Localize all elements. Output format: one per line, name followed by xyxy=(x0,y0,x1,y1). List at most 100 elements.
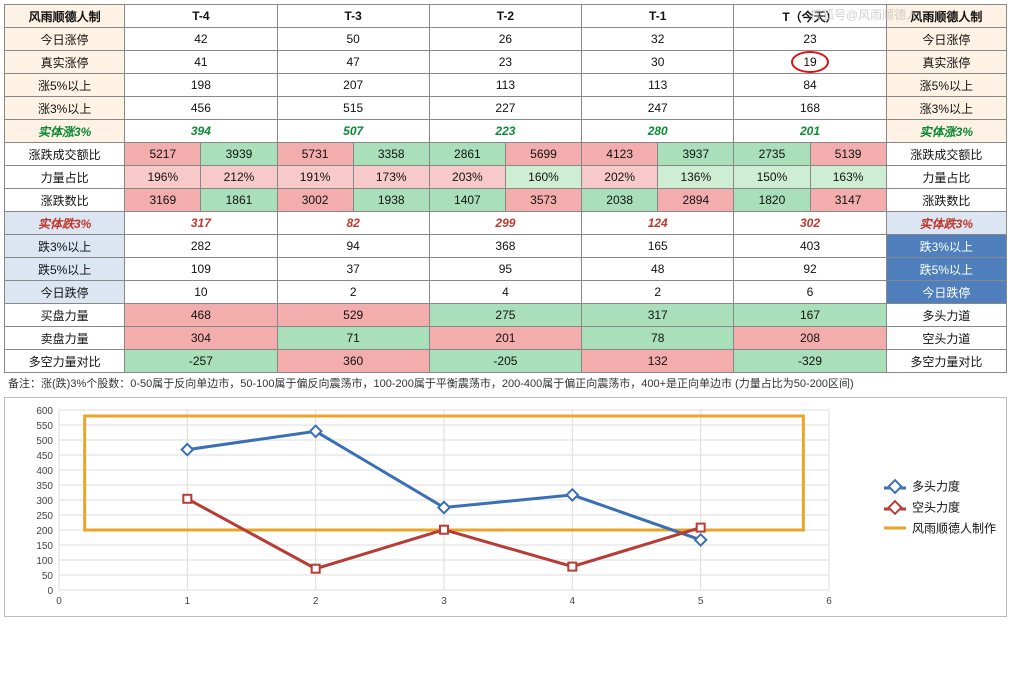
cell: -257 xyxy=(125,350,277,373)
cell: 196% xyxy=(125,166,201,189)
chart-legend: 多头力度 空头力度 风雨顺德人制作 xyxy=(884,474,996,541)
cell: 3939 xyxy=(201,143,277,166)
row-label-right: 涨5%以上 xyxy=(886,74,1006,97)
row-label: 涨跌数比 xyxy=(5,189,125,212)
cell: 468 xyxy=(125,304,277,327)
svg-text:1: 1 xyxy=(185,596,191,607)
cell: 94 xyxy=(277,235,429,258)
cell: 4 xyxy=(429,281,581,304)
cell: 208 xyxy=(734,327,886,350)
row-label: 实体涨3% xyxy=(5,120,125,143)
svg-text:3: 3 xyxy=(441,596,447,607)
row-label-right: 涨跌成交额比 xyxy=(886,143,1006,166)
svg-text:350: 350 xyxy=(36,481,53,492)
cell: 403 xyxy=(734,235,886,258)
row-label: 跌3%以上 xyxy=(5,235,125,258)
cell: 48 xyxy=(582,258,734,281)
row-label-right: 实体涨3% xyxy=(886,120,1006,143)
row-label-right: 空头力道 xyxy=(886,327,1006,350)
cell: 168 xyxy=(734,97,886,120)
svg-text:50: 50 xyxy=(42,571,54,582)
cell: 50 xyxy=(277,28,429,51)
row-label: 卖盘力量 xyxy=(5,327,125,350)
cell: 529 xyxy=(277,304,429,327)
cell: 3147 xyxy=(810,189,886,212)
cell: 2038 xyxy=(582,189,658,212)
cell: 1861 xyxy=(201,189,277,212)
data-table: 风雨顺德人制 T-4 T-3 T-2 T-1 T（今天） 风雨顺德人制 今日涨停… xyxy=(4,4,1007,373)
cell: 2861 xyxy=(429,143,505,166)
cell: 26 xyxy=(429,28,581,51)
cell: 163% xyxy=(810,166,886,189)
cell: 1407 xyxy=(429,189,505,212)
row-label-right: 多空力量对比 xyxy=(886,350,1006,373)
cell: 3002 xyxy=(277,189,353,212)
row-label: 实体跌3% xyxy=(5,212,125,235)
cell: 82 xyxy=(277,212,429,235)
cell: 212% xyxy=(201,166,277,189)
row-label: 涨3%以上 xyxy=(5,97,125,120)
cell: 173% xyxy=(353,166,429,189)
cell: 275 xyxy=(429,304,581,327)
cell: 368 xyxy=(429,235,581,258)
legend-a: 多头力度 xyxy=(912,478,960,495)
cell: 1820 xyxy=(734,189,810,212)
cell: 167 xyxy=(734,304,886,327)
cell: 6 xyxy=(734,281,886,304)
cell: 202% xyxy=(582,166,658,189)
row-label-right: 涨跌数比 xyxy=(886,189,1006,212)
cell: 41 xyxy=(125,51,277,74)
cell: 223 xyxy=(429,120,581,143)
svg-text:0: 0 xyxy=(47,586,53,597)
row-label: 涨跌成交额比 xyxy=(5,143,125,166)
hdr-t3: T-3 xyxy=(277,5,429,28)
cell: 3169 xyxy=(125,189,201,212)
svg-text:4: 4 xyxy=(570,596,576,607)
svg-text:100: 100 xyxy=(36,556,53,567)
cell: 201 xyxy=(429,327,581,350)
row-label-right: 跌5%以上 xyxy=(886,258,1006,281)
row-label-right: 多头力道 xyxy=(886,304,1006,327)
cell: 282 xyxy=(125,235,277,258)
cell: 78 xyxy=(582,327,734,350)
hdr-right: 风雨顺德人制 xyxy=(886,5,1006,28)
svg-text:500: 500 xyxy=(36,436,53,447)
cell: 317 xyxy=(582,304,734,327)
cell: 203% xyxy=(429,166,505,189)
cell: 132 xyxy=(582,350,734,373)
cell: 280 xyxy=(582,120,734,143)
hdr-left: 风雨顺德人制 xyxy=(5,5,125,28)
svg-text:200: 200 xyxy=(36,526,53,537)
svg-text:150: 150 xyxy=(36,541,53,552)
cell: 2735 xyxy=(734,143,810,166)
cell: 5699 xyxy=(505,143,581,166)
cell: 247 xyxy=(582,97,734,120)
hdr-t2: T-2 xyxy=(429,5,581,28)
svg-text:550: 550 xyxy=(36,421,53,432)
chart-container: 0501001502002503003504004505005506000123… xyxy=(4,397,1007,617)
cell: 5139 xyxy=(810,143,886,166)
row-label: 今日跌停 xyxy=(5,281,125,304)
svg-text:300: 300 xyxy=(36,496,53,507)
footnote: 备注：涨(跌)3%个股数：0-50属于反向单边市，50-100属于偏反向震荡市，… xyxy=(4,373,1007,393)
cell: 160% xyxy=(505,166,581,189)
cell: -205 xyxy=(429,350,581,373)
cell: 95 xyxy=(429,258,581,281)
cell: 3358 xyxy=(353,143,429,166)
row-label: 跌5%以上 xyxy=(5,258,125,281)
row-label-right: 涨3%以上 xyxy=(886,97,1006,120)
row-label-right: 实体跌3% xyxy=(886,212,1006,235)
cell: 2 xyxy=(582,281,734,304)
cell: 2894 xyxy=(658,189,734,212)
cell: 302 xyxy=(734,212,886,235)
cell: 456 xyxy=(125,97,277,120)
cell: 71 xyxy=(277,327,429,350)
cell: 42 xyxy=(125,28,277,51)
cell: 4123 xyxy=(582,143,658,166)
cell: 92 xyxy=(734,258,886,281)
row-label: 真实涨停 xyxy=(5,51,125,74)
cell: 113 xyxy=(429,74,581,97)
cell: 299 xyxy=(429,212,581,235)
svg-text:400: 400 xyxy=(36,466,53,477)
cell: 207 xyxy=(277,74,429,97)
